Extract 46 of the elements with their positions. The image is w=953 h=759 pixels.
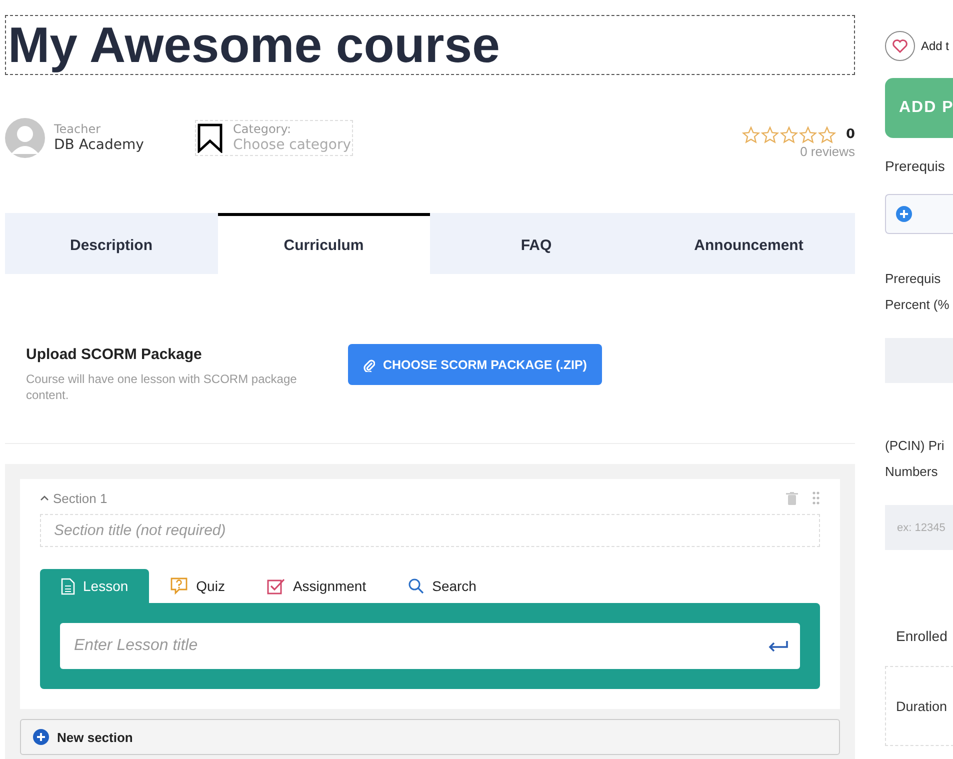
checkbox-icon: [266, 578, 285, 594]
prerequisite-label: Prerequis: [885, 158, 946, 174]
wishlist-label: Add t: [921, 39, 950, 53]
star-icon: [742, 126, 760, 144]
trash-icon: [786, 492, 798, 504]
search-icon: [408, 578, 424, 594]
item-type-tab[interactable]: Quiz: [149, 569, 246, 603]
add-prerequisite-button[interactable]: [885, 194, 953, 234]
plus-circle-icon: [33, 729, 49, 745]
choose-package-button[interactable]: CHOOSE SCORM PACKAGE (.ZIP): [348, 344, 602, 385]
item-type-tab[interactable]: Assignment: [246, 569, 388, 603]
plus-circle-icon: [896, 206, 912, 222]
bookmark-icon: [197, 123, 223, 153]
pcin-field[interactable]: ex: 12345: [885, 505, 953, 550]
section-toggle[interactable]: Section 1: [40, 490, 108, 506]
star-icon: [818, 126, 836, 144]
star-icon: [798, 126, 817, 144]
heart-icon: [892, 39, 908, 53]
course-title[interactable]: My Awesome course: [5, 15, 855, 75]
wishlist-button[interactable]: [885, 31, 915, 61]
enter-arrow-icon: [768, 640, 788, 652]
teacher-name: DB Academy: [54, 136, 144, 154]
section-title-field[interactable]: Section title (not required): [40, 514, 820, 547]
star-icon: [760, 126, 779, 144]
avatar-icon: [5, 118, 45, 158]
pcin-label: (PCIN) Pri Numbers: [885, 437, 946, 481]
document-icon: [61, 578, 75, 594]
drag-handle-icon: [812, 491, 820, 505]
chevron-up-icon: [40, 495, 49, 501]
scorm-title: Upload SCORM Package: [26, 346, 203, 363]
new-section-button[interactable]: New section: [20, 719, 840, 755]
star-icon: [780, 126, 798, 144]
category-label: Category:: [233, 122, 292, 136]
paperclip-icon: [363, 358, 375, 372]
scorm-description: Course will have one lesson with SCORM package content.: [26, 371, 298, 403]
course-tab[interactable]: Curriculum: [218, 213, 430, 274]
rating-value: 0: [846, 127, 855, 142]
review-count: 0 reviews: [800, 144, 855, 158]
teacher-label: Teacher: [54, 122, 102, 136]
enrolled-label: Enrolled: [895, 628, 948, 644]
duration-label: Duration: [896, 698, 948, 714]
item-type-tab[interactable]: Search: [387, 569, 498, 603]
lesson-title-field[interactable]: Enter Lesson title: [60, 623, 800, 669]
category-placeholder: Choose category: [233, 136, 352, 154]
prerequisite-percent-label: Prerequis Percent (%: [885, 270, 950, 314]
question-bubble-icon: [170, 577, 188, 595]
